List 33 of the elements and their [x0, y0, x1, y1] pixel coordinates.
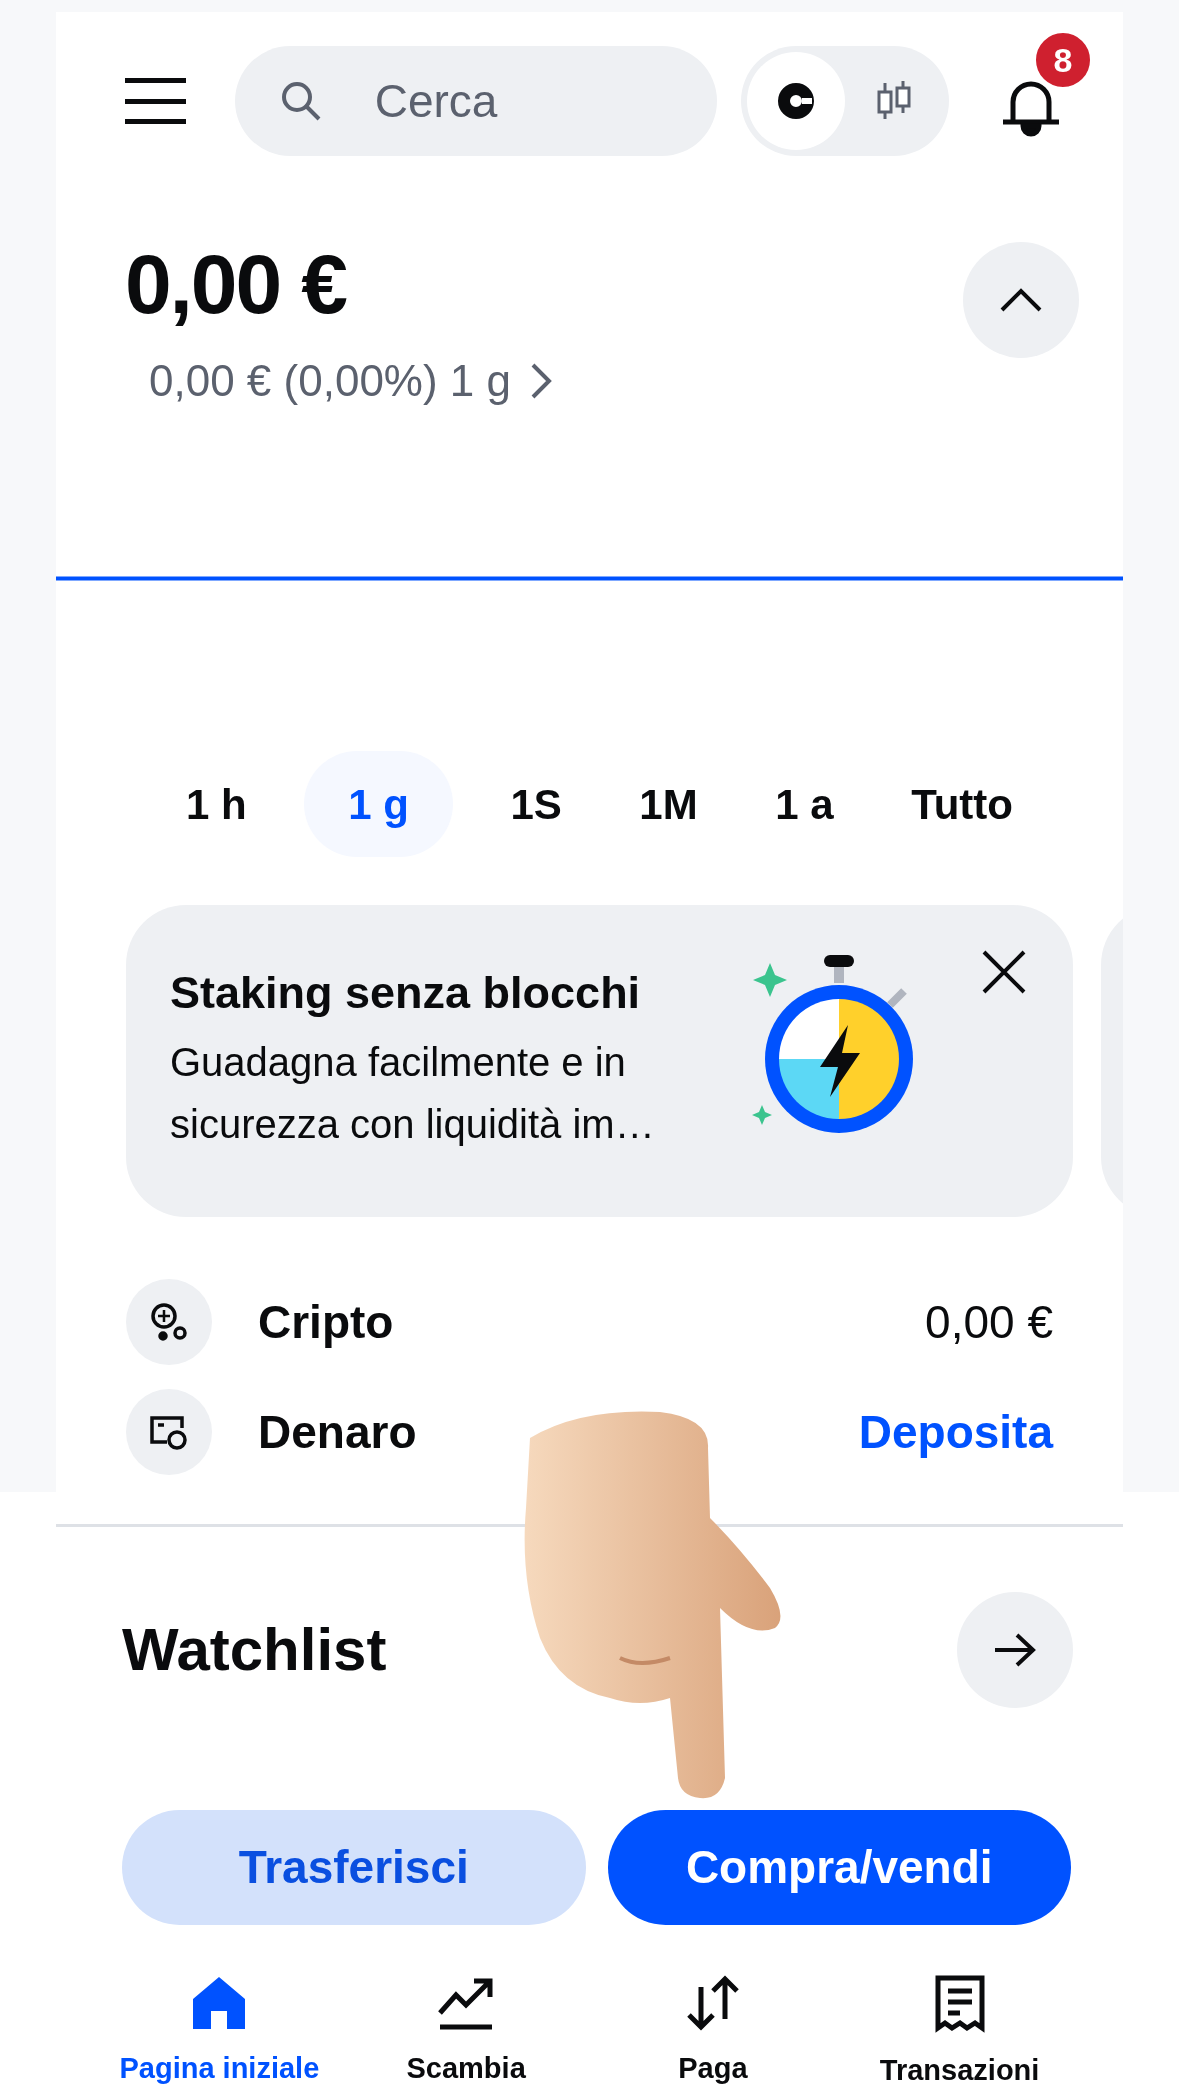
chevron-right-icon	[529, 361, 553, 401]
account-label: Denaro	[258, 1404, 417, 1460]
notification-badge: 8	[1033, 30, 1093, 90]
time-range-tab[interactable]: 1 a	[755, 751, 854, 857]
nav-tab[interactable]: Paga	[589, 1975, 837, 2093]
toggle-option[interactable]	[747, 52, 845, 150]
receipt-icon	[933, 1975, 986, 2033]
time-range-tab[interactable]: Tutto	[891, 751, 1033, 857]
promo-title: Staking senza blocchi	[170, 966, 642, 1020]
search-field[interactable]: Cerca	[234, 46, 717, 156]
deposit-link[interactable]: Deposita	[858, 1397, 1053, 1467]
watchlist-title: Watchlist	[122, 1615, 387, 1685]
balance-change[interactable]: 0,00 € (0,00%) 1 g	[149, 348, 553, 414]
nav-tab[interactable]: Transazioni	[836, 1975, 1083, 2093]
time-range-tab[interactable]: 1 g	[304, 751, 453, 857]
account-value: 0,00 €	[925, 1294, 1053, 1350]
arrow-right-icon	[993, 1632, 1037, 1668]
chevron-up-icon	[999, 287, 1043, 313]
search-input[interactable]: Cerca	[374, 66, 675, 136]
transfer-button[interactable]: Trasferisci	[122, 1810, 586, 1925]
balance-amount: 0,00 €	[125, 242, 348, 326]
promo-description: Guadagna facilmente e in sicurezza con liquidità im…	[170, 1039, 656, 1149]
time-range-tab[interactable]: 1 h	[166, 751, 267, 857]
buy-sell-button[interactable]: Compra/vendi	[607, 1810, 1071, 1925]
nav-tab[interactable]: Scambia	[342, 1975, 590, 2093]
time-range-tab[interactable]: 1M	[619, 751, 718, 857]
nav-tab[interactable]: Pagina iniziale	[96, 1975, 343, 2093]
menu-icon[interactable]	[125, 78, 186, 124]
close-icon[interactable]	[981, 949, 1027, 995]
time-range-tab[interactable]: 1S	[490, 751, 582, 857]
promo-card[interactable]: Staking senza blocchi Guadagna facilmente e in sicurezza con liquidità im…	[126, 905, 1073, 1217]
account-label: Cripto	[258, 1294, 394, 1350]
arrows-up-down-icon	[684, 1975, 741, 2031]
